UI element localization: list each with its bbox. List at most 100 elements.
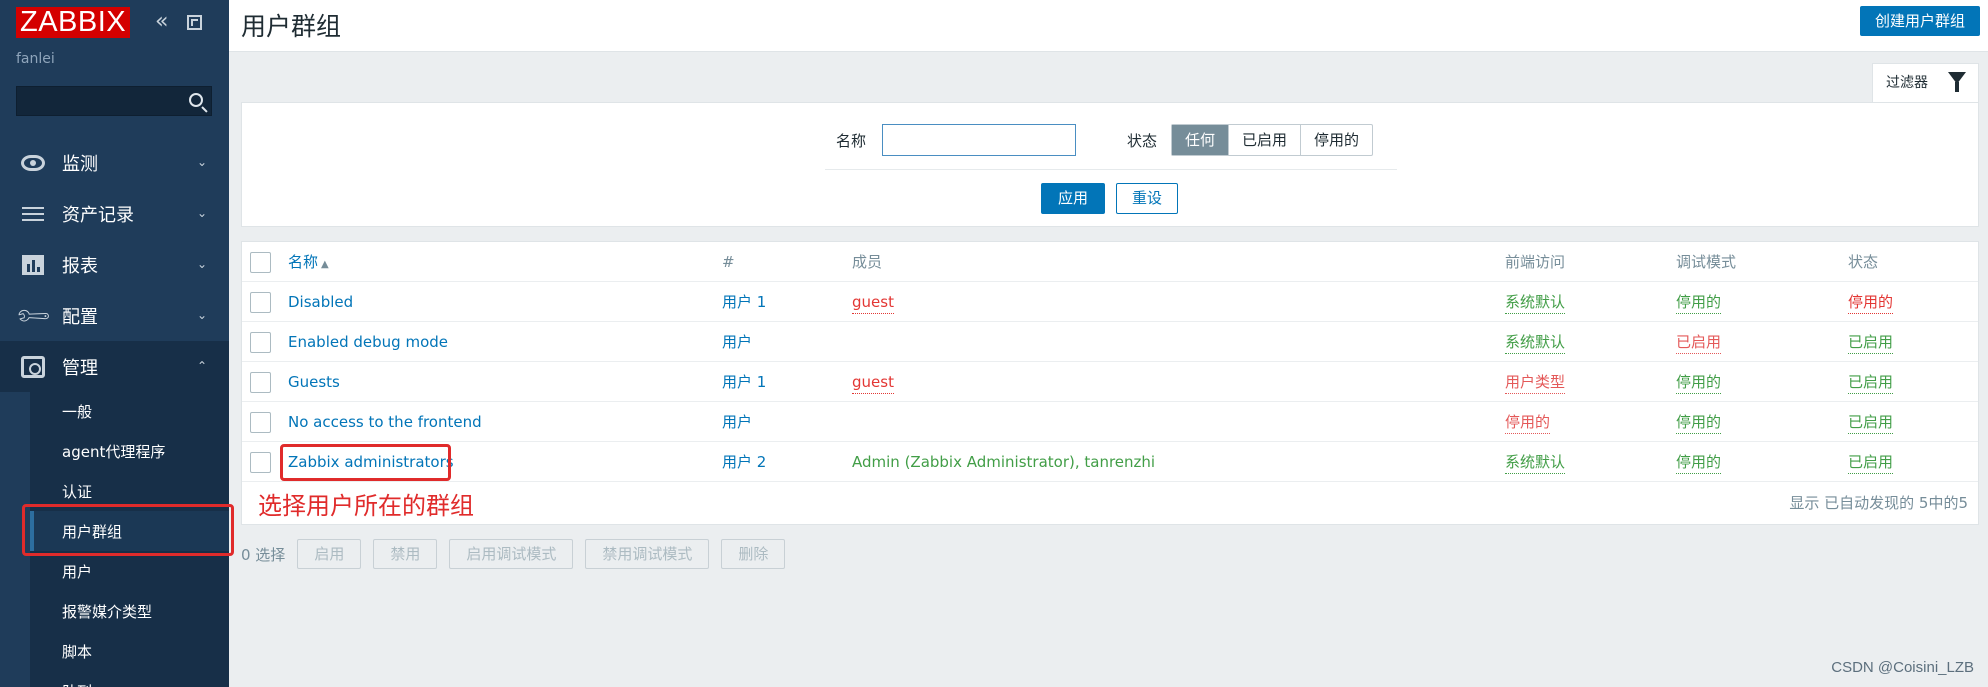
group-name-link[interactable]: Guests xyxy=(288,362,340,402)
submenu-item-scripts[interactable]: 脚本 xyxy=(30,631,229,671)
reset-button[interactable]: 重设 xyxy=(1116,183,1178,214)
submenu-item-proxies[interactable]: agent代理程序 xyxy=(30,431,229,471)
frontend-access-toggle[interactable]: 用户类型 xyxy=(1505,373,1566,394)
chevron-down-icon: ⌄ xyxy=(196,308,207,322)
select-all-checkbox[interactable] xyxy=(250,252,271,273)
create-user-group-button[interactable]: 创建用户群组 xyxy=(1859,6,1980,36)
list-icon xyxy=(20,203,46,225)
status-toggle[interactable]: 已启用 xyxy=(1848,373,1894,394)
apply-button[interactable]: 应用 xyxy=(1041,183,1105,214)
chevron-down-icon: ⌄ xyxy=(196,257,207,271)
frontend-access-toggle[interactable]: 系统默认 xyxy=(1505,333,1566,354)
group-users-link[interactable]: 用户 xyxy=(722,322,752,362)
bulk-disable-debug-button[interactable]: 禁用调试模式 xyxy=(585,539,710,569)
group-users-link[interactable]: 用户 2 xyxy=(722,442,766,482)
submenu-item-user-groups[interactable]: 用户群组 xyxy=(30,511,229,551)
menu-item-reports[interactable]: 报表 ⌄ xyxy=(0,239,229,290)
menu-item-label: 报表 xyxy=(62,255,98,277)
group-users-link[interactable]: 用户 1 xyxy=(722,362,766,402)
table-row: Enabled debug mode 用户 系统默认 已启用 已启用 xyxy=(242,322,1978,362)
row-checkbox[interactable] xyxy=(250,372,271,393)
frontend-access-toggle[interactable]: 停用的 xyxy=(1505,413,1551,434)
group-member-link[interactable]: guest xyxy=(852,293,894,314)
status-segmented-control: 任何 已启用 停用的 xyxy=(1171,124,1374,156)
menu-item-inventory[interactable]: 资产记录 ⌄ xyxy=(0,188,229,239)
row-checkbox[interactable] xyxy=(250,332,271,353)
submenu-item-general[interactable]: 一般 xyxy=(30,391,229,431)
search-icon[interactable] xyxy=(189,93,203,107)
status-toggle[interactable]: 已启用 xyxy=(1848,333,1894,354)
filter-tab-label: 过滤器 xyxy=(1886,75,1928,91)
submenu-item-authentication[interactable]: 认证 xyxy=(30,471,229,511)
bulk-enable-debug-button[interactable]: 启用调试模式 xyxy=(449,539,574,569)
selected-count: 0 选择 xyxy=(241,545,286,564)
group-name-link[interactable]: No access to the frontend xyxy=(288,402,482,442)
row-checkbox[interactable] xyxy=(250,292,271,313)
eye-icon xyxy=(20,152,46,174)
report-icon xyxy=(20,254,46,276)
group-name-link[interactable]: Disabled xyxy=(288,282,353,322)
admin-icon xyxy=(20,356,46,378)
debug-mode-toggle[interactable]: 已启用 xyxy=(1676,333,1722,354)
status-toggle[interactable]: 已启用 xyxy=(1848,453,1894,474)
group-users-link[interactable]: 用户 1 xyxy=(722,282,766,322)
collapse-sidebar-icon[interactable]: « xyxy=(155,9,168,34)
menu-item-administration[interactable]: 管理 ⌃ xyxy=(0,341,229,392)
chevron-up-icon: ⌃ xyxy=(196,359,207,373)
debug-mode-toggle[interactable]: 停用的 xyxy=(1676,293,1722,314)
filter-name-input[interactable] xyxy=(882,124,1076,156)
debug-mode-toggle[interactable]: 停用的 xyxy=(1676,413,1722,434)
bulk-enable-button[interactable]: 启用 xyxy=(297,539,362,569)
search-input[interactable] xyxy=(17,87,177,115)
frontend-access-toggle[interactable]: 系统默认 xyxy=(1505,293,1566,314)
group-member-link[interactable]: guest xyxy=(852,373,894,394)
sidebar: ZABBIX « fanlei 监测 ⌄ 资产记录 ⌄ 报表 ⌄ 🔧︎ 配置 ⌄ xyxy=(0,0,229,687)
filter-status-label: 状态 xyxy=(1127,132,1158,150)
group-users-link[interactable]: 用户 xyxy=(722,402,752,442)
zabbix-logo[interactable]: ZABBIX xyxy=(16,7,131,38)
menu-item-label: 监测 xyxy=(62,153,98,175)
submenu-item-users[interactable]: 用户 xyxy=(30,551,229,591)
bulk-disable-button[interactable]: 禁用 xyxy=(373,539,438,569)
submenu-item-queue[interactable]: 队列 xyxy=(30,671,229,687)
table-header-row: 名称 ▲ # 成员 前端访问 调试模式 状态 xyxy=(242,242,1978,282)
group-name-link[interactable]: Enabled debug mode xyxy=(288,322,448,362)
page-title: 用户群组 xyxy=(241,12,342,41)
filter-tab[interactable]: 过滤器 xyxy=(1872,63,1979,103)
column-header-name[interactable]: 名称 ▲ xyxy=(288,242,329,282)
status-option-disabled[interactable]: 停用的 xyxy=(1301,125,1372,155)
column-header-frontend-access: 前端访问 xyxy=(1505,253,1566,271)
table-row: No access to the frontend 用户 停用的 停用的 已启用 xyxy=(242,402,1978,442)
menu-item-label: 配置 xyxy=(62,306,98,328)
kiosk-mode-icon[interactable] xyxy=(187,15,202,30)
status-option-any[interactable]: 任何 xyxy=(1172,125,1230,155)
status-option-enabled[interactable]: 已启用 xyxy=(1229,125,1302,155)
table-row: Zabbix administrators 用户 2 Admin (Zabbix… xyxy=(242,442,1978,482)
table-row: Guests 用户 1 guest 用户类型 停用的 已启用 xyxy=(242,362,1978,402)
filter-name-label: 名称 xyxy=(836,132,867,150)
menu-item-label: 资产记录 xyxy=(62,204,134,226)
row-checkbox[interactable] xyxy=(250,412,271,433)
bulk-actions: 0 选择 启用 禁用 启用调试模式 禁用调试模式 删除 xyxy=(241,538,797,570)
sort-asc-icon: ▲ xyxy=(321,259,329,270)
filter-icon xyxy=(1948,72,1966,92)
filter-panel: 名称 状态 任何 已启用 停用的 应用 重设 xyxy=(241,102,1979,227)
submenu-item-media-types[interactable]: 报警媒介类型 xyxy=(30,591,229,631)
filter-divider xyxy=(825,169,1397,170)
row-checkbox[interactable] xyxy=(250,452,271,473)
column-header-debug-mode: 调试模式 xyxy=(1676,253,1737,271)
menu-item-configuration[interactable]: 🔧︎ 配置 ⌄ xyxy=(0,290,229,341)
group-name-link[interactable]: Zabbix administrators xyxy=(288,442,454,482)
column-header-status: 状态 xyxy=(1848,253,1879,271)
bulk-delete-button[interactable]: 删除 xyxy=(721,539,786,569)
wrench-icon: 🔧︎ xyxy=(12,295,54,337)
status-toggle[interactable]: 已启用 xyxy=(1848,413,1894,434)
menu-item-monitoring[interactable]: 监测 ⌄ xyxy=(0,137,229,188)
frontend-access-toggle[interactable]: 系统默认 xyxy=(1505,453,1566,474)
annotation-text: 选择用户所在的群组 xyxy=(258,492,474,520)
group-member-link[interactable]: Admin (Zabbix Administrator), tanrenzhi xyxy=(852,442,1155,482)
debug-mode-toggle[interactable]: 停用的 xyxy=(1676,453,1722,474)
page-header: 用户群组 创建用户群组 xyxy=(229,0,1988,52)
status-toggle[interactable]: 停用的 xyxy=(1848,293,1894,314)
debug-mode-toggle[interactable]: 停用的 xyxy=(1676,373,1722,394)
